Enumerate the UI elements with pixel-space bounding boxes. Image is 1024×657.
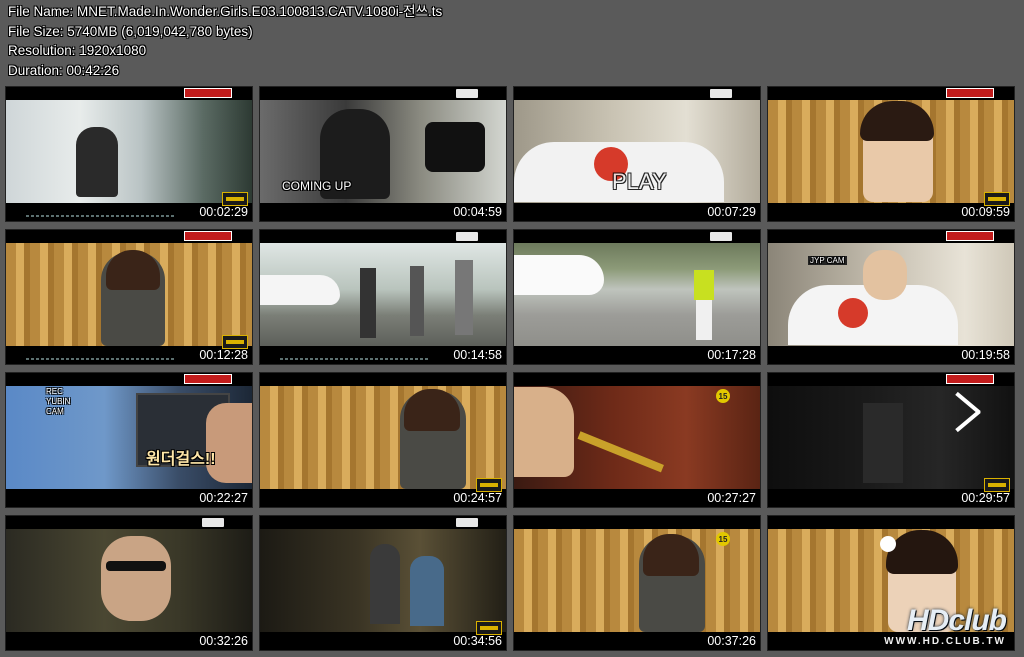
thumbnail-7: 00:17:28 bbox=[513, 229, 761, 365]
thumbnail-14: 00:34:56 bbox=[259, 515, 507, 651]
timecode: 00:12:28 bbox=[199, 348, 248, 362]
timecode: 00:19:58 bbox=[961, 348, 1010, 362]
thumbnail-9: REC YUBIN CAM 원더걸스!! 00:22:27 bbox=[5, 372, 253, 508]
thumbnail-5: 00:12:28 bbox=[5, 229, 253, 365]
thumbnail-4: 00:09:59 bbox=[767, 86, 1015, 222]
thumbnail-8: JYP CAM 00:19:58 bbox=[767, 229, 1015, 365]
show-logo bbox=[476, 478, 502, 492]
thumbnail-10: 00:24:57 bbox=[259, 372, 507, 508]
channel-badge bbox=[946, 231, 994, 241]
scene-airport-sunglasses bbox=[6, 100, 252, 203]
channel-logo bbox=[710, 232, 732, 241]
channel-badge bbox=[184, 231, 232, 241]
show-logo bbox=[476, 621, 502, 635]
channel-badge bbox=[184, 374, 232, 384]
watermark-logo: HDclub bbox=[907, 604, 1007, 637]
news-ticker bbox=[280, 358, 430, 360]
age-rating-badge: 15 bbox=[716, 389, 730, 403]
age-rating-badge: 15 bbox=[716, 532, 730, 546]
thumbnail-3: PLAY 00:07:29 bbox=[513, 86, 761, 222]
timecode: 00:07:29 bbox=[707, 205, 756, 219]
scene-interview-sohee-2 bbox=[260, 386, 506, 489]
timecode: 00:24:57 bbox=[453, 491, 502, 505]
timecode: 00:04:59 bbox=[453, 205, 502, 219]
rec-cam-label: REC YUBIN CAM bbox=[46, 387, 71, 416]
timecode: 00:09:59 bbox=[961, 205, 1010, 219]
thumbnail-1: 00:02:29 bbox=[5, 86, 253, 222]
channel-logo bbox=[456, 89, 478, 98]
show-logo bbox=[984, 478, 1010, 492]
file-info-header: File Name: MNET.Made.In.Wonder.Girls.E03… bbox=[8, 2, 442, 80]
thumbnail-13: 00:32:26 bbox=[5, 515, 253, 651]
thumbnail-11: 15 00:27:27 bbox=[513, 372, 761, 508]
play-label: PLAY bbox=[612, 169, 667, 194]
resolution-line: Resolution: 1920x1080 bbox=[8, 43, 147, 58]
thumbnail-6: 00:14:58 bbox=[259, 229, 507, 365]
timecode: 00:22:27 bbox=[199, 491, 248, 505]
file-size-line: File Size: 5740MB (6,019,042,780 bytes) bbox=[8, 23, 253, 39]
channel-logo bbox=[456, 232, 478, 241]
korean-subtitle: 원더걸스!! bbox=[146, 451, 216, 468]
watermark-url: WWW.HD.CLUB.TW bbox=[884, 636, 1006, 647]
timecode: 00:34:56 bbox=[453, 634, 502, 648]
thumbnail-16: HDclub WWW.HD.CLUB.TW bbox=[767, 515, 1015, 651]
channel-logo bbox=[710, 89, 732, 98]
channel-badge bbox=[946, 88, 994, 98]
thumbnail-15: 15 00:37:26 bbox=[513, 515, 761, 651]
timecode: 00:02:29 bbox=[199, 205, 248, 219]
show-logo bbox=[984, 192, 1010, 206]
channel-badge bbox=[184, 88, 232, 98]
news-ticker bbox=[26, 215, 176, 217]
timecode: 00:37:26 bbox=[707, 634, 756, 648]
thumbnail-grid: 00:02:29 COMING UP 00:04:59 PLAY 00:07:2… bbox=[5, 86, 1015, 651]
hdclub-watermark: HDclub WWW.HD.CLUB.TW bbox=[884, 604, 1007, 648]
jyp-cam-label: JYP CAM bbox=[808, 256, 847, 265]
timecode: 00:14:58 bbox=[453, 348, 502, 362]
timecode: 00:29:57 bbox=[961, 491, 1010, 505]
thumbnail-2: COMING UP 00:04:59 bbox=[259, 86, 507, 222]
channel-logo bbox=[456, 518, 478, 527]
file-name-line: File Name: MNET.Made.In.Wonder.Girls.E03… bbox=[8, 4, 443, 19]
channel-logo bbox=[202, 518, 224, 527]
news-ticker bbox=[26, 358, 176, 360]
show-logo bbox=[222, 192, 248, 206]
show-logo bbox=[222, 335, 248, 349]
duration-line: Duration: 00:42:26 bbox=[8, 62, 120, 78]
thumbnail-12: 00:29:57 bbox=[767, 372, 1015, 508]
timecode: 00:17:28 bbox=[707, 348, 756, 362]
timecode: 00:32:26 bbox=[199, 634, 248, 648]
timecode: 00:27:27 bbox=[707, 491, 756, 505]
channel-badge bbox=[946, 374, 994, 384]
coming-up-label: COMING UP bbox=[282, 179, 352, 193]
